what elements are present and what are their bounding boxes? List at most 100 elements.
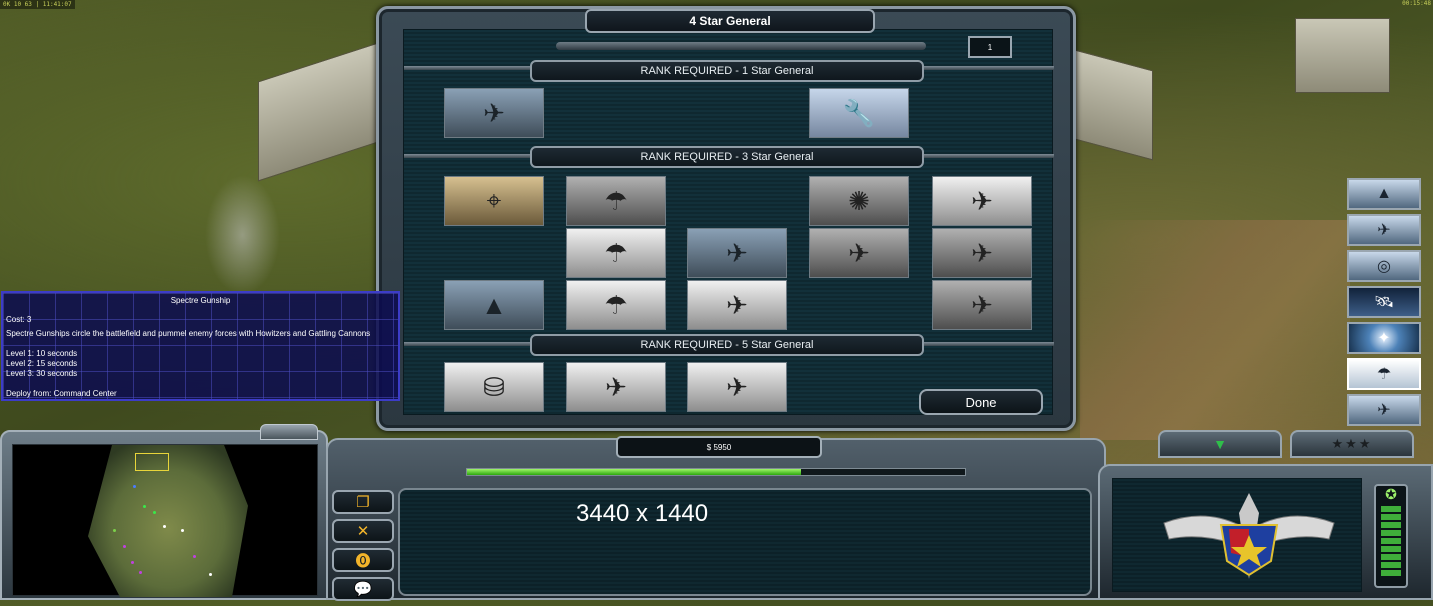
sidebar-power-satellite[interactable]: 🛰 [1347, 286, 1421, 318]
game-clock: 00:15:48 [1402, 0, 1431, 7]
unit-marker [113, 529, 116, 532]
dialog-title: 4 Star General [585, 9, 875, 33]
general-emblem [1163, 493, 1335, 579]
power-carpet-bomb[interactable]: ✈ [566, 362, 666, 412]
power-drone[interactable]: ✈ [444, 88, 544, 138]
jet-icon: ✈ [971, 237, 993, 268]
collapse-hud-tab[interactable]: ▼ [1158, 430, 1282, 458]
smoke-plume [205, 175, 280, 295]
special-power-sidebar: ▲ ✈ ◎ 🛰 ✦ ☂ ✈ [1347, 178, 1421, 430]
windows-icon: ❐ [356, 494, 370, 511]
unit-marker [181, 529, 184, 532]
wrench-icon: 🔧 [842, 97, 876, 128]
generals-powers-button[interactable]: ✕ [332, 519, 394, 543]
bottom-hud: $ 5950 ❐ ✕ ⓿ 💬 3440 x 1440 ▼ ★★★ ✪ [0, 420, 1433, 601]
cargo-plane-icon: ✈ [605, 371, 627, 402]
power-jet-strike-selected[interactable]: ✈ [687, 228, 787, 278]
tools-icon: ✕ [356, 523, 370, 540]
bomber-icon: ▲ [481, 289, 507, 320]
power-meter [466, 468, 966, 476]
chat-button[interactable]: 💬 [332, 577, 394, 601]
tooltip-title: Spectre Gunship [170, 296, 231, 305]
building-right [1075, 49, 1153, 161]
sidebar-power-particle[interactable]: ✦ [1347, 322, 1421, 354]
command-buttons: ❐ ✕ ⓿ 💬 [332, 490, 394, 606]
parachute-icon: ☂ [604, 289, 628, 320]
top-status-text: 0K 10 63 | 11:41:07 [0, 0, 75, 9]
tooltip-level-3: Level 3: 30 seconds [6, 369, 78, 378]
command-panel [398, 488, 1092, 596]
power-jet-strike-2[interactable]: ✈ [932, 228, 1032, 278]
power-jet-strike-1[interactable]: ✈ [932, 176, 1032, 226]
money-display: $ 5950 [616, 436, 822, 458]
resolution-label: 3440 x 1440 [576, 500, 709, 527]
options-button[interactable]: ❐ [332, 490, 394, 514]
drone-icon: ✈ [1377, 402, 1391, 419]
jet-icon: ✈ [726, 371, 748, 402]
tooltip-level-1: Level 1: 10 seconds [6, 349, 78, 358]
power-air-strike[interactable]: ✈ [687, 362, 787, 412]
building-left [258, 42, 378, 182]
supply-drop-icon: ⛁ [483, 371, 505, 402]
minimap-tab [260, 424, 318, 440]
power-paradrop-2[interactable]: ☂ [566, 228, 666, 278]
rank-header-5: RANK REQUIRED - 5 Star General [530, 334, 924, 356]
satellite-dish-icon: ◎ [1377, 258, 1391, 275]
general-promotion-dialog: 1 RANK REQUIRED - 1 Star General ✈ 🔧 RAN… [376, 6, 1076, 431]
tooltip-description: Spectre Gunships circle the battlefield … [6, 329, 371, 338]
unit-marker [139, 571, 142, 574]
general-portrait-panel [1112, 478, 1362, 592]
parachute-icon: ☂ [604, 237, 628, 268]
jet-icon: ✈ [971, 185, 993, 216]
sidebar-power-paradrop[interactable]: ☂ [1347, 358, 1421, 390]
power-sniper[interactable]: ⌖ [444, 176, 544, 226]
chat-icon: 💬 [353, 581, 373, 598]
jet-icon: ✈ [726, 289, 748, 320]
tooltip-deploy: Deploy from: Command Center [6, 389, 117, 398]
unit-marker [209, 573, 212, 576]
unit-marker [133, 485, 136, 488]
power-paradrop-3[interactable]: ☂ [566, 280, 666, 330]
tooltip-level-2: Level 2: 15 seconds [6, 359, 78, 368]
jet-icon: ✈ [971, 289, 993, 320]
drone-icon: ✈ [483, 97, 505, 128]
done-button[interactable]: Done [919, 389, 1043, 415]
jet-icon: ✈ [726, 237, 748, 268]
power-stealth-bomber[interactable]: ▲ [444, 280, 544, 330]
sidebar-power-stealth-bomber[interactable]: ▲ [1347, 178, 1421, 210]
dirt-road [1080, 220, 1350, 440]
unit-marker [131, 561, 134, 564]
power-meter-fill [467, 469, 801, 475]
dialog-progress-strip [556, 42, 926, 50]
general-info-hud: ✪ [1098, 464, 1433, 600]
minimap-frame [0, 424, 328, 600]
tooltip-cost: Cost: 3 [6, 315, 32, 324]
unit-marker [143, 505, 146, 508]
alert-icon: ⓿ [355, 552, 371, 570]
satellite-icon: 🛰 [1373, 294, 1395, 311]
power-supply-drop[interactable]: ⛁ [444, 362, 544, 412]
power-explosion[interactable]: ✺ [809, 176, 909, 226]
sidebar-power-radar[interactable]: ◎ [1347, 250, 1421, 282]
parachute-icon: ☂ [1376, 366, 1392, 383]
general-rank-tab[interactable]: ★★★ [1290, 430, 1414, 458]
sidebar-power-jet[interactable]: ✈ [1347, 214, 1421, 246]
minimap-camera-box [135, 453, 169, 471]
unit-marker [163, 525, 166, 528]
stars-icon: ★★★ [1331, 436, 1373, 451]
power-repair[interactable]: 🔧 [809, 88, 909, 138]
power-jet-strike-3[interactable]: ✈ [932, 280, 1032, 330]
minimap[interactable] [12, 444, 318, 597]
explosion-icon: ✺ [848, 185, 870, 216]
power-paradrop-1[interactable]: ☂ [566, 176, 666, 226]
beam-icon: ✦ [1377, 330, 1391, 347]
power-tooltip: Spectre Gunship Cost: 3 Spectre Gunships… [1, 291, 400, 401]
rank-star-icon: ✪ [1385, 486, 1397, 502]
alert-button[interactable]: ⓿ [332, 548, 394, 572]
rank-header-3: RANK REQUIRED - 3 Star General [530, 146, 924, 168]
power-gunship[interactable]: ✈ [809, 228, 909, 278]
points-available: 1 [968, 36, 1012, 58]
unit-marker [153, 511, 156, 514]
soldier-icon: ⌖ [486, 185, 502, 215]
power-spectre-gunship[interactable]: ✈ [687, 280, 787, 330]
